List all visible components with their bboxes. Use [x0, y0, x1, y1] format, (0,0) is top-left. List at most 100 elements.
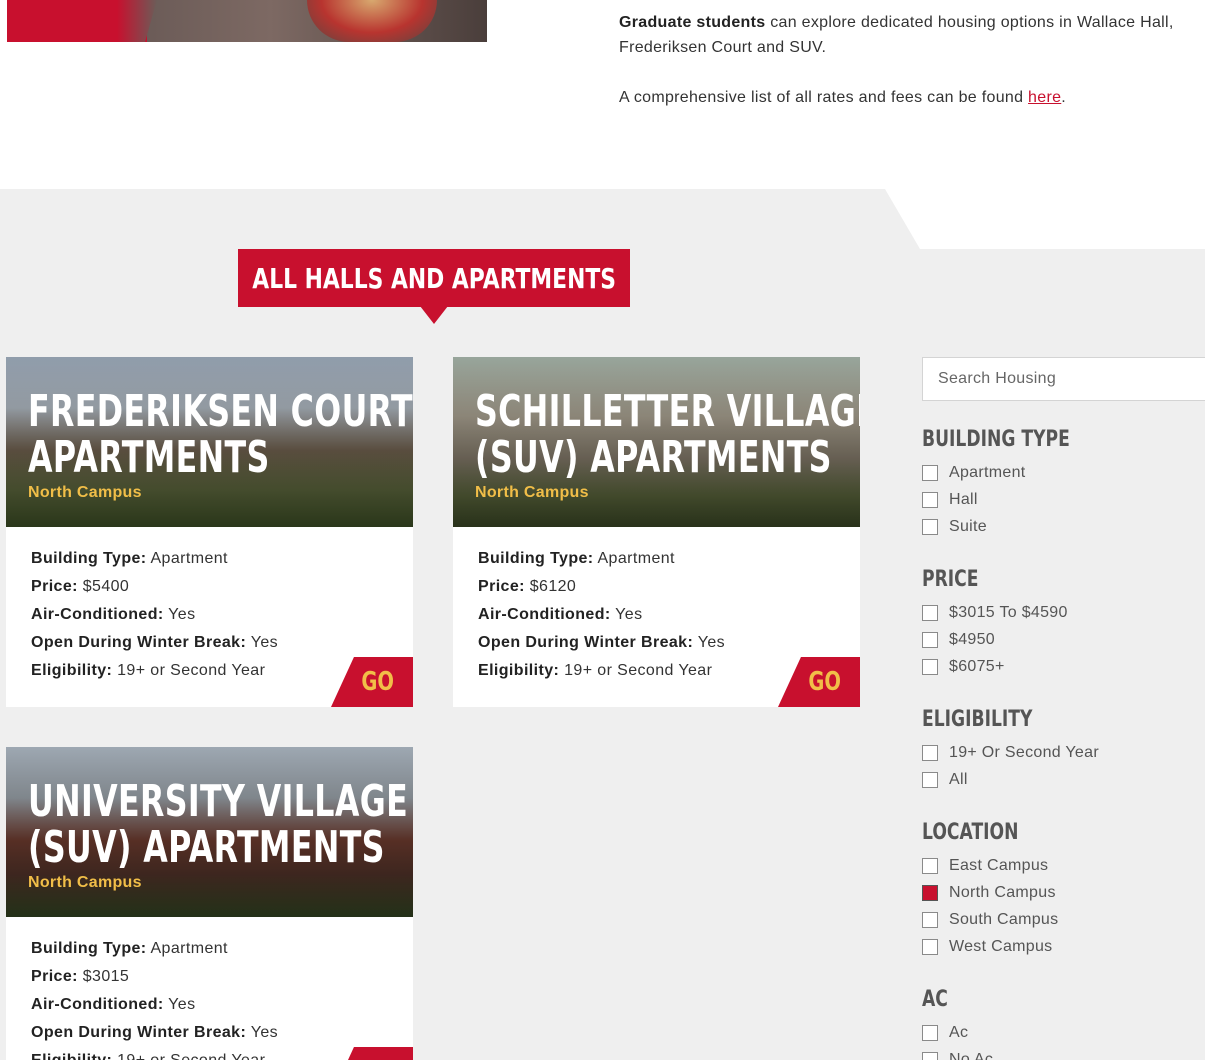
detail-label: Air-Conditioned: [478, 606, 611, 623]
search-housing-input[interactable]: Search Housing [922, 357, 1205, 401]
housing-card-campus: North Campus [28, 874, 142, 891]
housing-card[interactable]: UNIVERSITY VILLAGE (SUV) APARTMENTS Nort… [6, 747, 413, 1060]
filter-option-label: $4950 [949, 630, 995, 648]
housing-card[interactable]: FREDERIKSEN COURT APARTMENTS North Campu… [6, 357, 413, 707]
checkbox[interactable] [922, 604, 938, 621]
title-line-1: FREDERIKSEN COURT [28, 386, 413, 437]
housing-card-title[interactable]: FREDERIKSEN COURT APARTMENTS [28, 389, 413, 481]
go-button-label: GO [360, 667, 394, 697]
detail-winter: Open During Winter Break: Yes [31, 1019, 388, 1047]
title-line-2: (SUV) APARTMENTS [475, 432, 832, 483]
go-button-label: GO [807, 667, 841, 697]
housing-card-title[interactable]: SCHILLETTER VILLAGE (SUV) APARTMENTS [475, 389, 860, 481]
housing-card-details: Building Type: Apartment Price: $3015 Ai… [6, 917, 413, 1060]
housing-card-photo[interactable]: UNIVERSITY VILLAGE (SUV) APARTMENTS Nort… [6, 747, 413, 917]
checkbox[interactable] [922, 1051, 938, 1060]
filter-option[interactable]: Hall [922, 486, 1205, 513]
section-title-text: ALL HALLS AND APARTMENTS [252, 261, 616, 295]
checkbox[interactable] [922, 771, 938, 788]
section-title-arrow [420, 306, 448, 324]
filter-option[interactable]: All [922, 766, 1205, 793]
detail-value: Yes [168, 606, 196, 623]
hero-image [7, 0, 487, 42]
filter-option-label: $3015 To $4590 [949, 603, 1068, 621]
detail-label: Open During Winter Break: [31, 634, 247, 651]
filter-option[interactable]: 19+ Or Second Year [922, 739, 1205, 766]
filter-location: LOCATION East Campus North Campus South … [922, 818, 1205, 960]
detail-value: $5400 [82, 578, 130, 595]
checkbox[interactable] [922, 491, 938, 508]
filter-option[interactable]: Apartment [922, 459, 1205, 486]
filter-option-label: North Campus [949, 883, 1056, 901]
filter-option[interactable]: West Campus [922, 933, 1205, 960]
filter-title: LOCATION [922, 820, 1019, 845]
detail-value: Apartment [150, 550, 228, 567]
detail-building-type: Building Type: Apartment [31, 545, 388, 573]
checkbox-checked[interactable] [922, 884, 938, 901]
filter-option[interactable]: South Campus [922, 906, 1205, 933]
filter-title: AC [922, 987, 948, 1012]
housing-card[interactable]: SCHILLETTER VILLAGE (SUV) APARTMENTS Nor… [453, 357, 860, 707]
detail-value: Yes [250, 634, 279, 651]
filter-option-label: West Campus [949, 937, 1053, 955]
housing-card-campus: North Campus [475, 484, 589, 501]
rates-paragraph: A comprehensive list of all rates and fe… [619, 85, 1205, 110]
detail-ac: Air-Conditioned: Yes [478, 601, 835, 629]
filter-option-label: South Campus [949, 910, 1059, 928]
filter-title: BUILDING TYPE [922, 427, 1070, 452]
filter-option[interactable]: $4950 [922, 626, 1205, 653]
detail-label: Open During Winter Break: [31, 1024, 247, 1041]
filter-option[interactable]: No Ac [922, 1046, 1205, 1060]
checkbox[interactable] [922, 911, 938, 928]
filter-option[interactable]: East Campus [922, 852, 1205, 879]
detail-label: Air-Conditioned: [31, 996, 164, 1013]
detail-label: Air-Conditioned: [31, 606, 164, 623]
detail-value: 19+ or Second Year [564, 662, 713, 679]
housing-card-photo[interactable]: FREDERIKSEN COURT APARTMENTS North Campu… [6, 357, 413, 527]
filter-option[interactable]: $6075+ [922, 653, 1205, 680]
detail-label: Building Type: [478, 550, 594, 567]
detail-value: 19+ or Second Year [117, 1052, 265, 1060]
detail-value: $6120 [529, 578, 577, 595]
checkbox[interactable] [922, 1024, 938, 1041]
checkbox[interactable] [922, 744, 938, 761]
housing-card-campus: North Campus [28, 484, 142, 501]
hero-image-student [307, 0, 437, 42]
housing-card-photo[interactable]: SCHILLETTER VILLAGE (SUV) APARTMENTS Nor… [453, 357, 860, 527]
filter-price: PRICE $3015 To $4590 $4950 $6075+ [922, 565, 1205, 680]
rates-period: . [1061, 89, 1067, 106]
checkbox[interactable] [922, 938, 938, 955]
detail-label: Price: [478, 578, 525, 595]
detail-value: Apartment [597, 550, 675, 567]
title-line-2: APARTMENTS [28, 432, 270, 483]
filter-option-label: No Ac [949, 1050, 994, 1060]
graduate-bold: Graduate students [619, 14, 766, 31]
checkbox[interactable] [922, 857, 938, 874]
checkbox[interactable] [922, 658, 938, 675]
filter-option-label: All [949, 770, 968, 788]
detail-label: Price: [31, 968, 78, 985]
detail-value: Yes [250, 1024, 279, 1041]
filter-option[interactable]: Ac [922, 1019, 1205, 1046]
detail-building-type: Building Type: Apartment [31, 935, 388, 963]
detail-eligibility: Eligibility: 19+ or Second Year [31, 1047, 388, 1060]
detail-value: $3015 [82, 968, 130, 985]
intro-text: Graduate students can explore dedicated … [619, 10, 1205, 110]
detail-price: Price: $5400 [31, 573, 388, 601]
checkbox[interactable] [922, 464, 938, 481]
housing-card-title[interactable]: UNIVERSITY VILLAGE (SUV) APARTMENTS [28, 779, 408, 871]
filter-option[interactable]: North Campus [922, 879, 1205, 906]
rates-link[interactable]: here [1028, 89, 1061, 106]
filter-option[interactable]: $3015 To $4590 [922, 599, 1205, 626]
detail-label: Eligibility: [31, 1052, 112, 1060]
title-line-1: SCHILLETTER VILLAGE [475, 386, 860, 437]
checkbox[interactable] [922, 518, 938, 535]
filter-option-label: Ac [949, 1023, 969, 1041]
filter-option-label: Hall [949, 490, 978, 508]
filter-option[interactable]: Suite [922, 513, 1205, 540]
graduate-paragraph: Graduate students can explore dedicated … [619, 10, 1205, 60]
filter-option-label: Apartment [949, 463, 1026, 481]
detail-price: Price: $6120 [478, 573, 835, 601]
detail-label: Eligibility: [478, 662, 560, 679]
checkbox[interactable] [922, 631, 938, 648]
